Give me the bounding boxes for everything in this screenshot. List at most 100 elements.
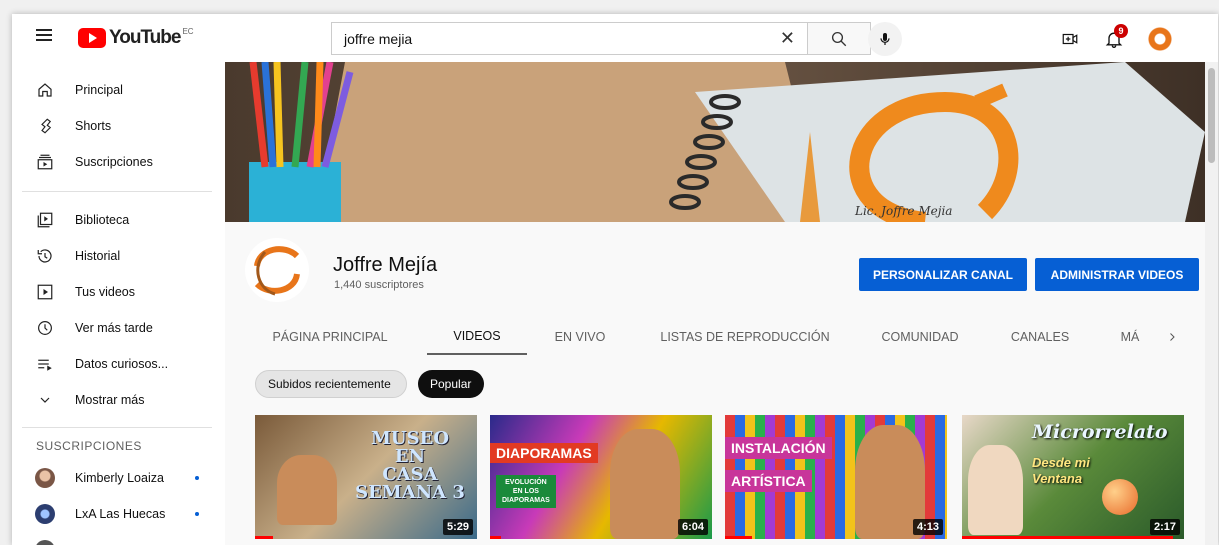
search-bar: joffre mejia ✕ <box>331 22 871 55</box>
channel-name: Joffre Mejía <box>333 254 438 276</box>
banner-signature: Lic. Joffre Mejia <box>854 204 952 218</box>
sidebar-item-label: Suscripciones <box>75 155 153 169</box>
history-icon <box>37 249 52 263</box>
subscription-avatar <box>35 468 55 488</box>
sidebar: Principal Shorts Suscripciones Bibliotec… <box>12 62 225 545</box>
sidebar-item-label: Kimberly Loaiza <box>75 471 164 485</box>
home-icon <box>38 83 52 97</box>
notifications-button[interactable]: 9 <box>1102 24 1128 51</box>
youtube-logo[interactable]: YouTube EC <box>78 27 194 49</box>
sidebar-subscription-partial[interactable] <box>12 532 225 545</box>
sidebar-item-label: Principal <box>75 83 123 97</box>
subscriptions-header: SUSCRIPCIONES <box>36 439 142 453</box>
library-icon <box>37 212 53 228</box>
channel-banner: Lic. Joffre Mejia <box>225 62 1205 222</box>
watch-progress <box>725 536 752 539</box>
tab-listas-de-reproduccion[interactable]: LISTAS DE REPRODUCCIÓN <box>650 319 840 355</box>
thumbnail-overlay-title: INSTALACIÓN <box>725 437 832 459</box>
account-avatar[interactable] <box>1146 25 1174 53</box>
search-input-value: joffre mejia <box>344 30 413 47</box>
microphone-icon <box>880 33 890 45</box>
sidebar-subscription-kimberly-loaiza[interactable]: Kimberly Loaiza <box>12 460 225 496</box>
sidebar-item-label: Shorts <box>75 119 112 133</box>
sidebar-item-ver-mas-tarde[interactable]: Ver más tarde <box>12 310 225 346</box>
create-video-icon <box>1062 33 1078 45</box>
chip-popular[interactable]: Popular <box>418 370 484 398</box>
thumbnail-overlay-sub: Desde mi Ventana <box>1032 455 1090 486</box>
sidebar-item-mostrar-mas[interactable]: Mostrar más <box>12 382 225 418</box>
sort-chips: Subidos recientemente Popular <box>225 355 1205 403</box>
subscriptions-icon <box>37 154 53 170</box>
video-thumbnail[interactable]: DIAPORAMAS EVOLUCIÓN EN LOS DIAPORAMAS 6:0… <box>490 415 712 539</box>
scrollbar-thumb[interactable] <box>1208 68 1215 163</box>
sidebar-item-label: Mostrar más <box>75 393 145 407</box>
thumbnail-overlay-title: DIAPORAMAS <box>490 443 598 463</box>
voice-search-button[interactable] <box>868 22 902 56</box>
chip-recently-uploaded[interactable]: Subidos recientemente <box>255 370 407 398</box>
browser-window: YouTube EC joffre mejia ✕ 9 Principal Sh… <box>12 14 1218 545</box>
hamburger-menu-icon[interactable] <box>34 26 54 46</box>
tab-comunidad[interactable]: COMUNIDAD <box>870 319 970 355</box>
video-thumbnail[interactable]: INSTALACIÓN ARTÍSTICA 4:13 <box>725 415 947 539</box>
tab-canales[interactable]: CANALES <box>1000 319 1080 355</box>
sidebar-item-label: Tus videos <box>75 285 135 299</box>
watch-progress <box>962 536 1173 539</box>
watch-later-icon <box>38 321 52 335</box>
search-input[interactable]: joffre mejia ✕ <box>331 22 807 55</box>
tab-more[interactable]: MÁ <box>1110 319 1150 355</box>
chevron-right-icon <box>1170 333 1175 341</box>
tab-pagina-principal[interactable]: PÁGINA PRINCIPAL <box>255 319 405 355</box>
sidebar-item-label: Biblioteca <box>75 213 130 227</box>
customize-channel-button[interactable]: PERSONALIZAR CANAL <box>859 258 1027 291</box>
sidebar-divider <box>22 427 212 428</box>
thumbnail-overlay-sub: EVOLUCIÓN EN LOS DIAPORAMAS <box>496 475 556 508</box>
channel-tabs: PÁGINA PRINCIPAL VIDEOS EN VIVO LISTAS D… <box>225 319 1205 355</box>
sidebar-subscription-lxa-las-huecas[interactable]: LxA Las Huecas <box>12 496 225 532</box>
sidebar-divider <box>22 191 212 192</box>
manage-videos-button[interactable]: ADMINISTRAR VIDEOS <box>1035 258 1199 291</box>
subscription-avatar <box>35 540 55 545</box>
sidebar-item-label: Datos curiosos... <box>75 357 169 371</box>
watch-progress <box>490 536 502 539</box>
search-icon <box>831 31 847 46</box>
watch-progress <box>255 536 273 539</box>
your-videos-icon <box>37 284 53 300</box>
tab-en-vivo[interactable]: EN VIVO <box>540 319 620 355</box>
tabs-scroll-right[interactable] <box>1160 319 1184 355</box>
sidebar-item-historial[interactable]: Historial <box>12 238 225 274</box>
sidebar-item-label: Historial <box>75 249 121 263</box>
create-video-button[interactable] <box>1058 27 1082 51</box>
video-duration: 2:17 <box>1149 519 1180 535</box>
sidebar-item-datos-curiosos[interactable]: Datos curiosos... <box>12 346 225 382</box>
video-duration: 5:29 <box>442 519 473 535</box>
video-thumbnail[interactable]: Microrrelato Desde mi Ventana 2:17 <box>962 415 1184 539</box>
top-bar: YouTube EC joffre mejia ✕ 9 <box>12 14 1218 62</box>
channel-avatar[interactable] <box>245 238 309 302</box>
thumbnail-person <box>610 429 680 539</box>
sidebar-item-suscripciones[interactable]: Suscripciones <box>12 144 225 180</box>
thumbnail-overlay-sub: ARTÍSTICA <box>725 470 812 492</box>
sidebar-item-label: LxA Las Huecas <box>75 507 166 521</box>
video-thumbnail[interactable]: MUSEO EN CASA SEMANA 3 5:29 <box>255 415 477 539</box>
video-duration: 6:04 <box>677 519 708 535</box>
sidebar-item-shorts[interactable]: Shorts <box>12 108 225 144</box>
chevron-down-icon <box>40 397 50 403</box>
clear-search-icon[interactable]: ✕ <box>780 28 795 49</box>
new-content-dot <box>195 476 199 480</box>
thumbnail-fruit <box>1102 479 1138 515</box>
channel-page: Lic. Joffre Mejia Joffre Mejía 1,440 sus… <box>225 62 1218 545</box>
country-code: EC <box>182 27 194 36</box>
sidebar-item-tus-videos[interactable]: Tus videos <box>12 274 225 310</box>
thumbnail-person <box>968 445 1023 535</box>
channel-logo-icon <box>247 240 307 300</box>
tab-videos[interactable]: VIDEOS <box>427 319 527 355</box>
shorts-icon <box>41 118 52 134</box>
sidebar-item-biblioteca[interactable]: Biblioteca <box>12 202 225 238</box>
youtube-play-icon <box>78 28 106 48</box>
sidebar-item-principal[interactable]: Principal <box>12 72 225 108</box>
subscription-avatar <box>35 504 55 524</box>
page-scrollbar[interactable] <box>1205 62 1218 545</box>
notification-badge: 9 <box>1114 24 1128 38</box>
thumbnail-overlay-title: Microrrelato <box>1032 421 1168 443</box>
search-button[interactable] <box>807 22 871 55</box>
